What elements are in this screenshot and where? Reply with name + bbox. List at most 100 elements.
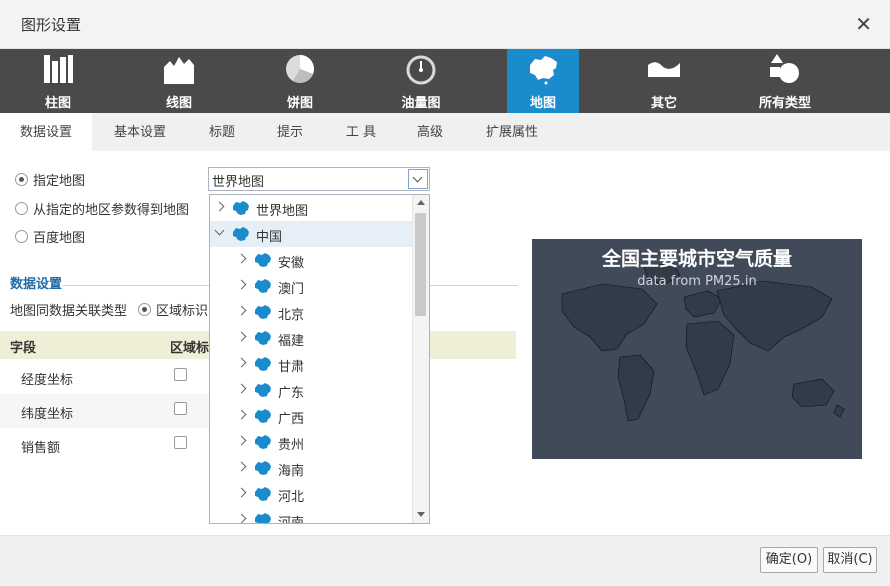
chevron-right-icon[interactable]	[236, 331, 247, 342]
chart-type-label: 柱图	[44, 96, 71, 111]
map-icon	[233, 201, 249, 215]
radio-map-from-param[interactable]: 从指定的地区参数得到地图	[15, 201, 189, 221]
chart-type-bar[interactable]: 柱图	[22, 49, 94, 113]
chevron-right-icon[interactable]	[236, 409, 247, 420]
gauge-chart-icon	[406, 55, 436, 85]
list-item-label: 广西	[278, 412, 305, 427]
radio-button[interactable]	[138, 303, 151, 316]
map-icon	[255, 461, 271, 475]
chart-type-label: 线图	[165, 96, 192, 111]
close-icon[interactable]: ✕	[855, 12, 872, 36]
all-types-icon	[770, 54, 799, 83]
world-map-graphic	[561, 262, 845, 422]
chevron-right-icon[interactable]	[236, 435, 247, 446]
scroll-down-icon[interactable]	[417, 512, 425, 517]
chevron-down-icon[interactable]	[214, 225, 225, 236]
chart-type-label: 其它	[650, 96, 677, 111]
list-item[interactable]: 广东	[210, 377, 413, 403]
region-checkbox[interactable]	[174, 402, 187, 415]
list-item-label: 广东	[278, 386, 305, 401]
region-checkbox[interactable]	[174, 368, 187, 381]
chevron-right-icon[interactable]	[236, 513, 247, 523]
chevron-down-icon[interactable]	[408, 169, 428, 189]
list-item-label: 海南	[278, 464, 305, 479]
region-checkbox[interactable]	[174, 436, 187, 449]
scroll-up-icon[interactable]	[417, 200, 425, 205]
map-icon	[255, 331, 271, 345]
header-field: 字段	[10, 341, 37, 356]
list-item-label: 安徽	[278, 256, 305, 271]
map-icon	[255, 383, 271, 397]
tab-basic-settings[interactable]: 基本设置	[100, 113, 180, 151]
settings-tabs: 数据设置 基本设置 标题 提示 工 具 高级 扩展属性	[0, 113, 890, 151]
tab-extended[interactable]: 扩展属性	[476, 113, 548, 151]
dropdown-scrollbar[interactable]	[412, 195, 429, 523]
chevron-right-icon[interactable]	[236, 305, 247, 316]
chart-type-gauge[interactable]: 油量图	[385, 49, 457, 113]
list-item[interactable]: 河南	[210, 507, 413, 523]
tab-advanced[interactable]: 高级	[406, 113, 454, 151]
chart-type-all[interactable]: 所有类型	[749, 49, 821, 113]
radio-button[interactable]	[15, 173, 28, 186]
link-type-label: 地图同数据关联类型	[10, 304, 128, 319]
radio-label: 指定地图	[33, 174, 86, 189]
list-item[interactable]: 贵州	[210, 429, 413, 455]
list-item[interactable]: 中国	[210, 221, 413, 247]
chevron-right-icon[interactable]	[236, 383, 247, 394]
radio-label: 从指定的地区参数得到地图	[33, 203, 190, 218]
section-title-data: 数据设置	[10, 277, 63, 292]
list-item-label: 世界地图	[256, 204, 309, 219]
map-chart-icon	[530, 56, 557, 85]
field-name: 销售额	[21, 441, 61, 456]
list-item-label: 福建	[278, 334, 305, 349]
other-chart-icon	[648, 62, 680, 77]
chevron-right-icon[interactable]	[236, 357, 247, 368]
chevron-right-icon[interactable]	[214, 201, 225, 212]
chart-type-line[interactable]: 线图	[143, 49, 215, 113]
chevron-right-icon[interactable]	[236, 487, 247, 498]
radio-region-id[interactable]: 区域标识	[138, 300, 208, 319]
map-select[interactable]: 世界地图	[208, 167, 430, 191]
list-item[interactable]: 广西	[210, 403, 413, 429]
list-item-label: 贵州	[278, 438, 305, 453]
table-row: 纬度坐标	[0, 394, 210, 428]
radio-button[interactable]	[15, 202, 28, 215]
map-icon	[255, 305, 271, 319]
tab-tools[interactable]: 工 具	[335, 113, 387, 151]
radio-specified-map[interactable]: 指定地图	[15, 172, 85, 192]
tab-data-settings[interactable]: 数据设置	[0, 113, 92, 151]
dialog-titlebar: 图形设置 ✕	[0, 0, 890, 49]
map-icon	[255, 253, 271, 267]
dialog-footer: 确定(O) 取消(C)	[0, 535, 890, 586]
list-item[interactable]: 甘肃	[210, 351, 413, 377]
chevron-right-icon[interactable]	[236, 279, 247, 290]
tab-tooltip[interactable]: 提示	[266, 113, 314, 151]
chevron-right-icon[interactable]	[236, 253, 247, 264]
chevron-right-icon[interactable]	[236, 461, 247, 472]
map-dropdown-list: 世界地图 中国 安徽澳门北京福建甘肃广东广西贵州海南河北 河南	[209, 194, 430, 524]
scrollbar-thumb[interactable]	[415, 213, 426, 316]
list-item-label: 澳门	[278, 282, 305, 297]
list-item[interactable]: 世界地图	[210, 195, 413, 221]
radio-label: 区域标识	[156, 304, 209, 319]
radio-baidu-map[interactable]: 百度地图	[15, 229, 85, 249]
tab-title[interactable]: 标题	[198, 113, 246, 151]
list-item[interactable]: 福建	[210, 325, 413, 351]
list-item-label: 中国	[256, 230, 283, 245]
list-item[interactable]: 安徽	[210, 247, 413, 273]
bar-chart-icon	[44, 55, 73, 83]
chart-type-label: 饼图	[286, 96, 313, 111]
radio-label: 百度地图	[33, 231, 86, 246]
radio-button[interactable]	[15, 230, 28, 243]
cancel-button[interactable]: 取消(C)	[823, 547, 877, 573]
list-item[interactable]: 澳门	[210, 273, 413, 299]
list-item[interactable]: 海南	[210, 455, 413, 481]
ok-button[interactable]: 确定(O)	[760, 547, 818, 573]
list-item[interactable]: 河北	[210, 481, 413, 507]
map-icon	[255, 435, 271, 449]
chart-type-map[interactable]: 地图	[507, 49, 579, 113]
list-item[interactable]: 北京	[210, 299, 413, 325]
chart-type-label: 所有类型	[758, 96, 811, 111]
chart-type-pie[interactable]: 饼图	[264, 49, 336, 113]
chart-type-other[interactable]: 其它	[628, 49, 700, 113]
